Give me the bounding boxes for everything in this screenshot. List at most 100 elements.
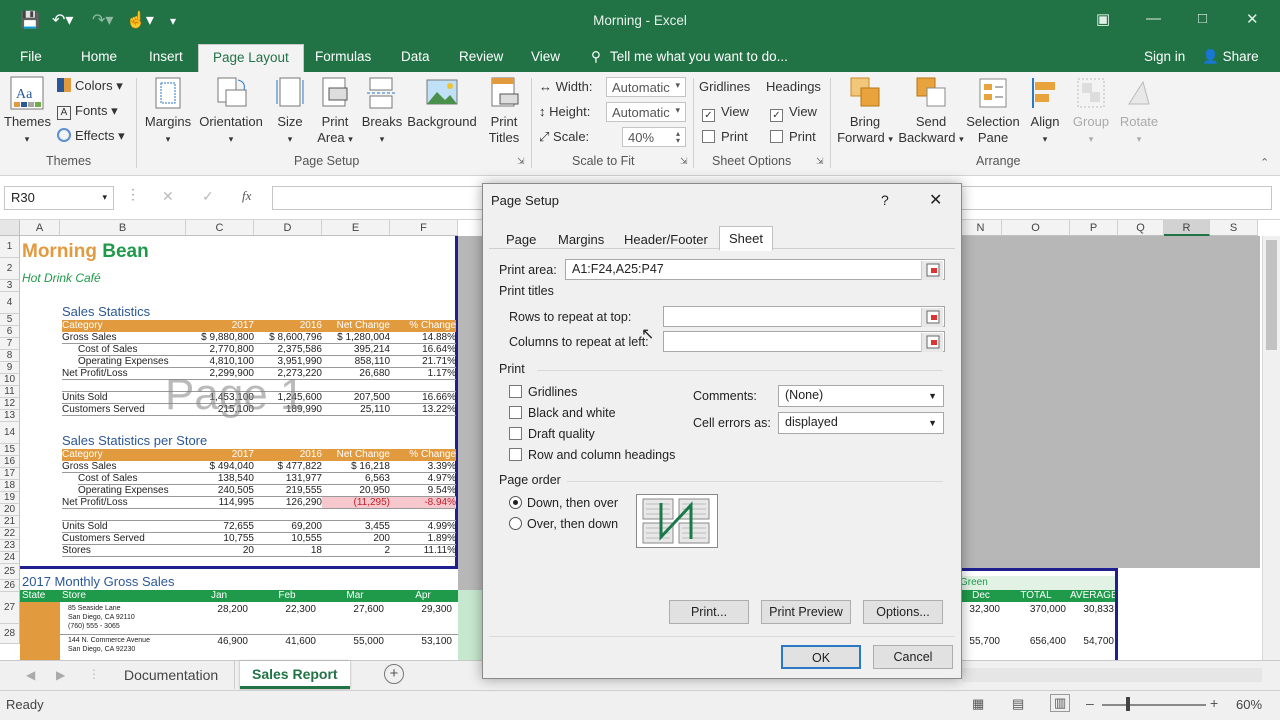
- gridlines-checkbox[interactable]: Gridlines: [509, 385, 577, 399]
- cols-repeat-input[interactable]: [663, 331, 945, 352]
- horizontal-scrollbar[interactable]: [962, 668, 1262, 682]
- table-cell[interactable]: 4.97%: [390, 473, 456, 485]
- column-header[interactable]: R: [1164, 220, 1210, 236]
- down-then-over-radio[interactable]: Down, then over: [509, 496, 618, 510]
- collapse-dialog-icon[interactable]: [921, 333, 943, 352]
- row-header[interactable]: 17: [0, 468, 20, 480]
- tab-file[interactable]: File: [20, 49, 42, 64]
- table-cell[interactable]: 2,375,586: [254, 344, 322, 356]
- dialog-launcher-icon[interactable]: ⇲: [816, 156, 824, 167]
- row-header[interactable]: 9: [0, 362, 20, 374]
- over-then-down-radio[interactable]: Over, then down: [509, 517, 618, 531]
- fonts-button[interactable]: A Fonts ▾: [57, 103, 118, 120]
- table-cell[interactable]: 1.89%: [390, 533, 456, 545]
- row-header[interactable]: 20: [0, 504, 20, 516]
- table-cell[interactable]: Units Sold: [62, 521, 186, 533]
- breaks-button[interactable]: Breaks ▾: [360, 76, 404, 147]
- column-header[interactable]: D: [254, 220, 322, 236]
- column-header[interactable]: S: [1210, 220, 1258, 236]
- table-cell[interactable]: 69,200: [254, 521, 322, 533]
- enter-icon[interactable]: ✓: [202, 188, 214, 205]
- column-header[interactable]: C: [186, 220, 254, 236]
- table-cell[interactable]: 4,810,100: [186, 356, 254, 368]
- select-all-corner[interactable]: [0, 220, 20, 236]
- table-cell[interactable]: 22,300: [254, 604, 316, 616]
- sheet-tab-sales-report[interactable]: Sales Report: [240, 661, 350, 689]
- orientation-button[interactable]: Orientation ▾: [196, 76, 266, 147]
- row-header[interactable]: 12: [0, 398, 20, 410]
- table-cell[interactable]: [186, 509, 254, 521]
- print-area-button[interactable]: Print Area ▾: [314, 76, 356, 147]
- rotate-button[interactable]: Rotate ▾: [1116, 76, 1162, 147]
- table-cell[interactable]: 3,951,990: [254, 356, 322, 368]
- table-cell[interactable]: 16.66%: [390, 392, 456, 404]
- table-cell[interactable]: $ 9,880,800: [186, 332, 254, 344]
- print-titles-button[interactable]: Print Titles: [484, 76, 524, 146]
- row-header[interactable]: 13: [0, 410, 20, 422]
- tab-review[interactable]: Review: [459, 49, 503, 64]
- headings-print-checkbox[interactable]: Print: [770, 129, 816, 144]
- row-header[interactable]: 24: [0, 552, 20, 564]
- table-cell[interactable]: [322, 380, 390, 392]
- bring-forward-button[interactable]: Bring Forward ▾: [834, 76, 896, 147]
- scale-spinner[interactable]: 40% ▴ ▾: [622, 127, 686, 147]
- table-cell[interactable]: 21.71%: [390, 356, 456, 368]
- zoom-slider-thumb[interactable]: [1126, 697, 1130, 711]
- next-sheet-icon[interactable]: ▶: [56, 668, 65, 682]
- gridlines-print-checkbox[interactable]: Print: [702, 129, 748, 144]
- table-cell[interactable]: 53,100: [390, 636, 452, 648]
- table-cell[interactable]: 131,977: [254, 473, 322, 485]
- add-sheet-icon[interactable]: +: [384, 664, 404, 684]
- row-header[interactable]: 25: [0, 564, 20, 580]
- column-header[interactable]: N: [960, 220, 1002, 236]
- table-cell[interactable]: 6,563: [322, 473, 390, 485]
- table-cell[interactable]: 219,555: [254, 485, 322, 497]
- tab-margins[interactable]: Margins: [558, 232, 604, 247]
- table-cell[interactable]: 1.17%: [390, 368, 456, 380]
- minimize-icon[interactable]: —: [1146, 10, 1161, 27]
- tab-sheet[interactable]: Sheet: [719, 226, 773, 251]
- table-cell[interactable]: 200: [322, 533, 390, 545]
- table-cell[interactable]: Cost of Sales: [78, 344, 202, 356]
- scroll-thumb[interactable]: [1266, 240, 1277, 350]
- draft-quality-checkbox[interactable]: Draft quality: [509, 427, 595, 441]
- row-header[interactable]: 15: [0, 444, 20, 456]
- page-layout-view-icon[interactable]: ▤: [1012, 696, 1024, 712]
- table-cell[interactable]: (11,295): [322, 497, 390, 509]
- vertical-scrollbar[interactable]: [1262, 236, 1280, 660]
- table-cell[interactable]: Customers Served: [62, 533, 186, 545]
- tab-formulas[interactable]: Formulas: [315, 49, 371, 64]
- table-cell[interactable]: 207,500: [322, 392, 390, 404]
- insert-function-icon[interactable]: fx: [242, 188, 251, 204]
- row-header[interactable]: 8: [0, 350, 20, 362]
- table-cell[interactable]: 10,755: [186, 533, 254, 545]
- row-header[interactable]: 26: [0, 580, 20, 592]
- help-button[interactable]: ?: [881, 192, 889, 208]
- column-header[interactable]: O: [1002, 220, 1070, 236]
- row-header[interactable]: 2: [0, 258, 20, 280]
- dialog-launcher-icon[interactable]: ⇲: [517, 156, 525, 167]
- table-cell[interactable]: $ 477,822: [254, 461, 322, 473]
- maximize-icon[interactable]: □: [1198, 10, 1207, 27]
- collapse-dialog-icon[interactable]: [921, 308, 943, 327]
- zoom-out-icon[interactable]: –: [1086, 695, 1094, 711]
- table-cell[interactable]: $ 1,280,004: [322, 332, 390, 344]
- size-button[interactable]: Size ▾: [272, 76, 308, 147]
- tab-view[interactable]: View: [531, 49, 560, 64]
- close-icon[interactable]: ✕: [1246, 10, 1259, 28]
- table-cell[interactable]: Gross Sales: [62, 332, 186, 344]
- black-white-checkbox[interactable]: Black and white: [509, 406, 616, 420]
- column-header[interactable]: B: [60, 220, 186, 236]
- close-icon[interactable]: ✕: [929, 190, 942, 210]
- table-cell[interactable]: 55,000: [322, 636, 384, 648]
- effects-button[interactable]: Effects ▾: [57, 128, 125, 144]
- normal-view-icon[interactable]: ▦: [972, 696, 984, 712]
- row-header[interactable]: 4: [0, 292, 20, 314]
- table-cell[interactable]: 2: [322, 545, 390, 557]
- table-cell[interactable]: 72,655: [186, 521, 254, 533]
- name-box[interactable]: R30 ▾: [4, 186, 114, 210]
- table-cell[interactable]: 240,505: [186, 485, 254, 497]
- row-header[interactable]: 7: [0, 338, 20, 350]
- send-backward-button[interactable]: Send Backward ▾: [898, 76, 964, 147]
- table-cell[interactable]: Stores: [62, 545, 186, 557]
